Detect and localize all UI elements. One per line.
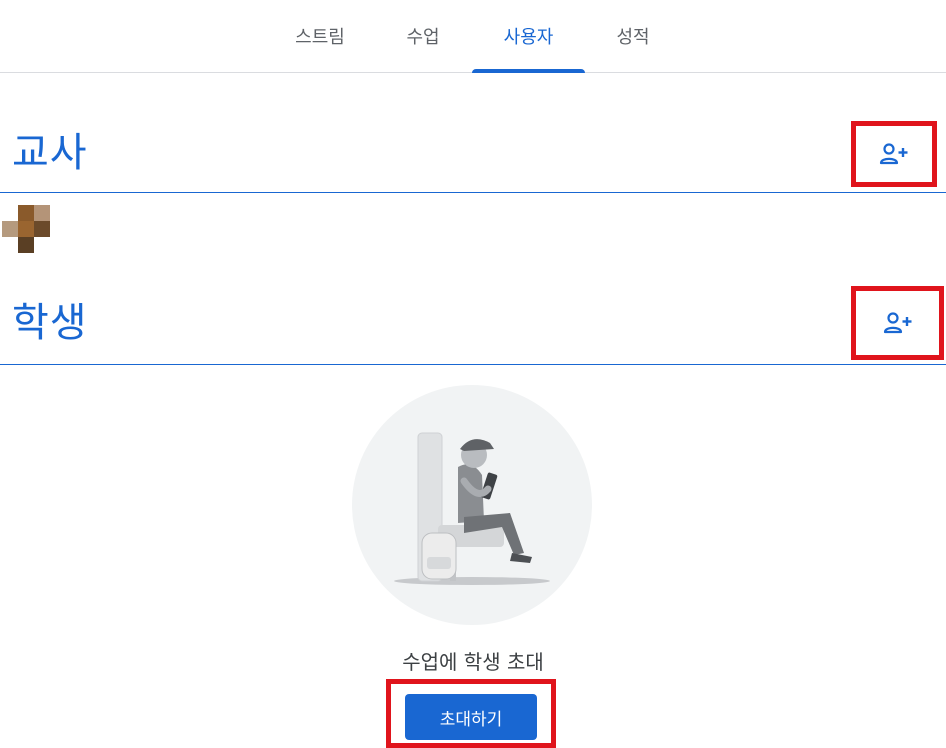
person-add-icon [883, 312, 911, 334]
tab-stream[interactable]: 스트림 [282, 0, 358, 72]
empty-students-illustration [352, 385, 592, 625]
invite-students-message: 수업에 학생 초대 [402, 650, 544, 674]
tab-grades-label: 성적 [616, 27, 650, 48]
invite-button[interactable]: 초대하기 [405, 694, 537, 740]
top-tab-bar: 스트림 수업 사용자 성적 [0, 0, 946, 73]
students-divider [0, 364, 946, 365]
active-tab-indicator [472, 69, 585, 73]
tab-stream-label: 스트림 [295, 27, 345, 48]
invite-teacher-button[interactable] [851, 121, 937, 187]
person-add-icon [879, 143, 908, 165]
tab-classwork-label: 수업 [406, 27, 440, 48]
teacher-avatar[interactable] [2, 205, 50, 253]
tab-people-label: 사용자 [503, 27, 554, 48]
invite-student-button[interactable] [851, 286, 944, 360]
tab-grades[interactable]: 성적 [602, 0, 664, 72]
students-heading: 학생 [12, 300, 88, 346]
tab-people[interactable]: 사용자 [472, 0, 585, 73]
teachers-divider [0, 192, 946, 193]
teachers-heading: 교사 [12, 130, 88, 176]
tab-classwork[interactable]: 수업 [392, 0, 454, 72]
